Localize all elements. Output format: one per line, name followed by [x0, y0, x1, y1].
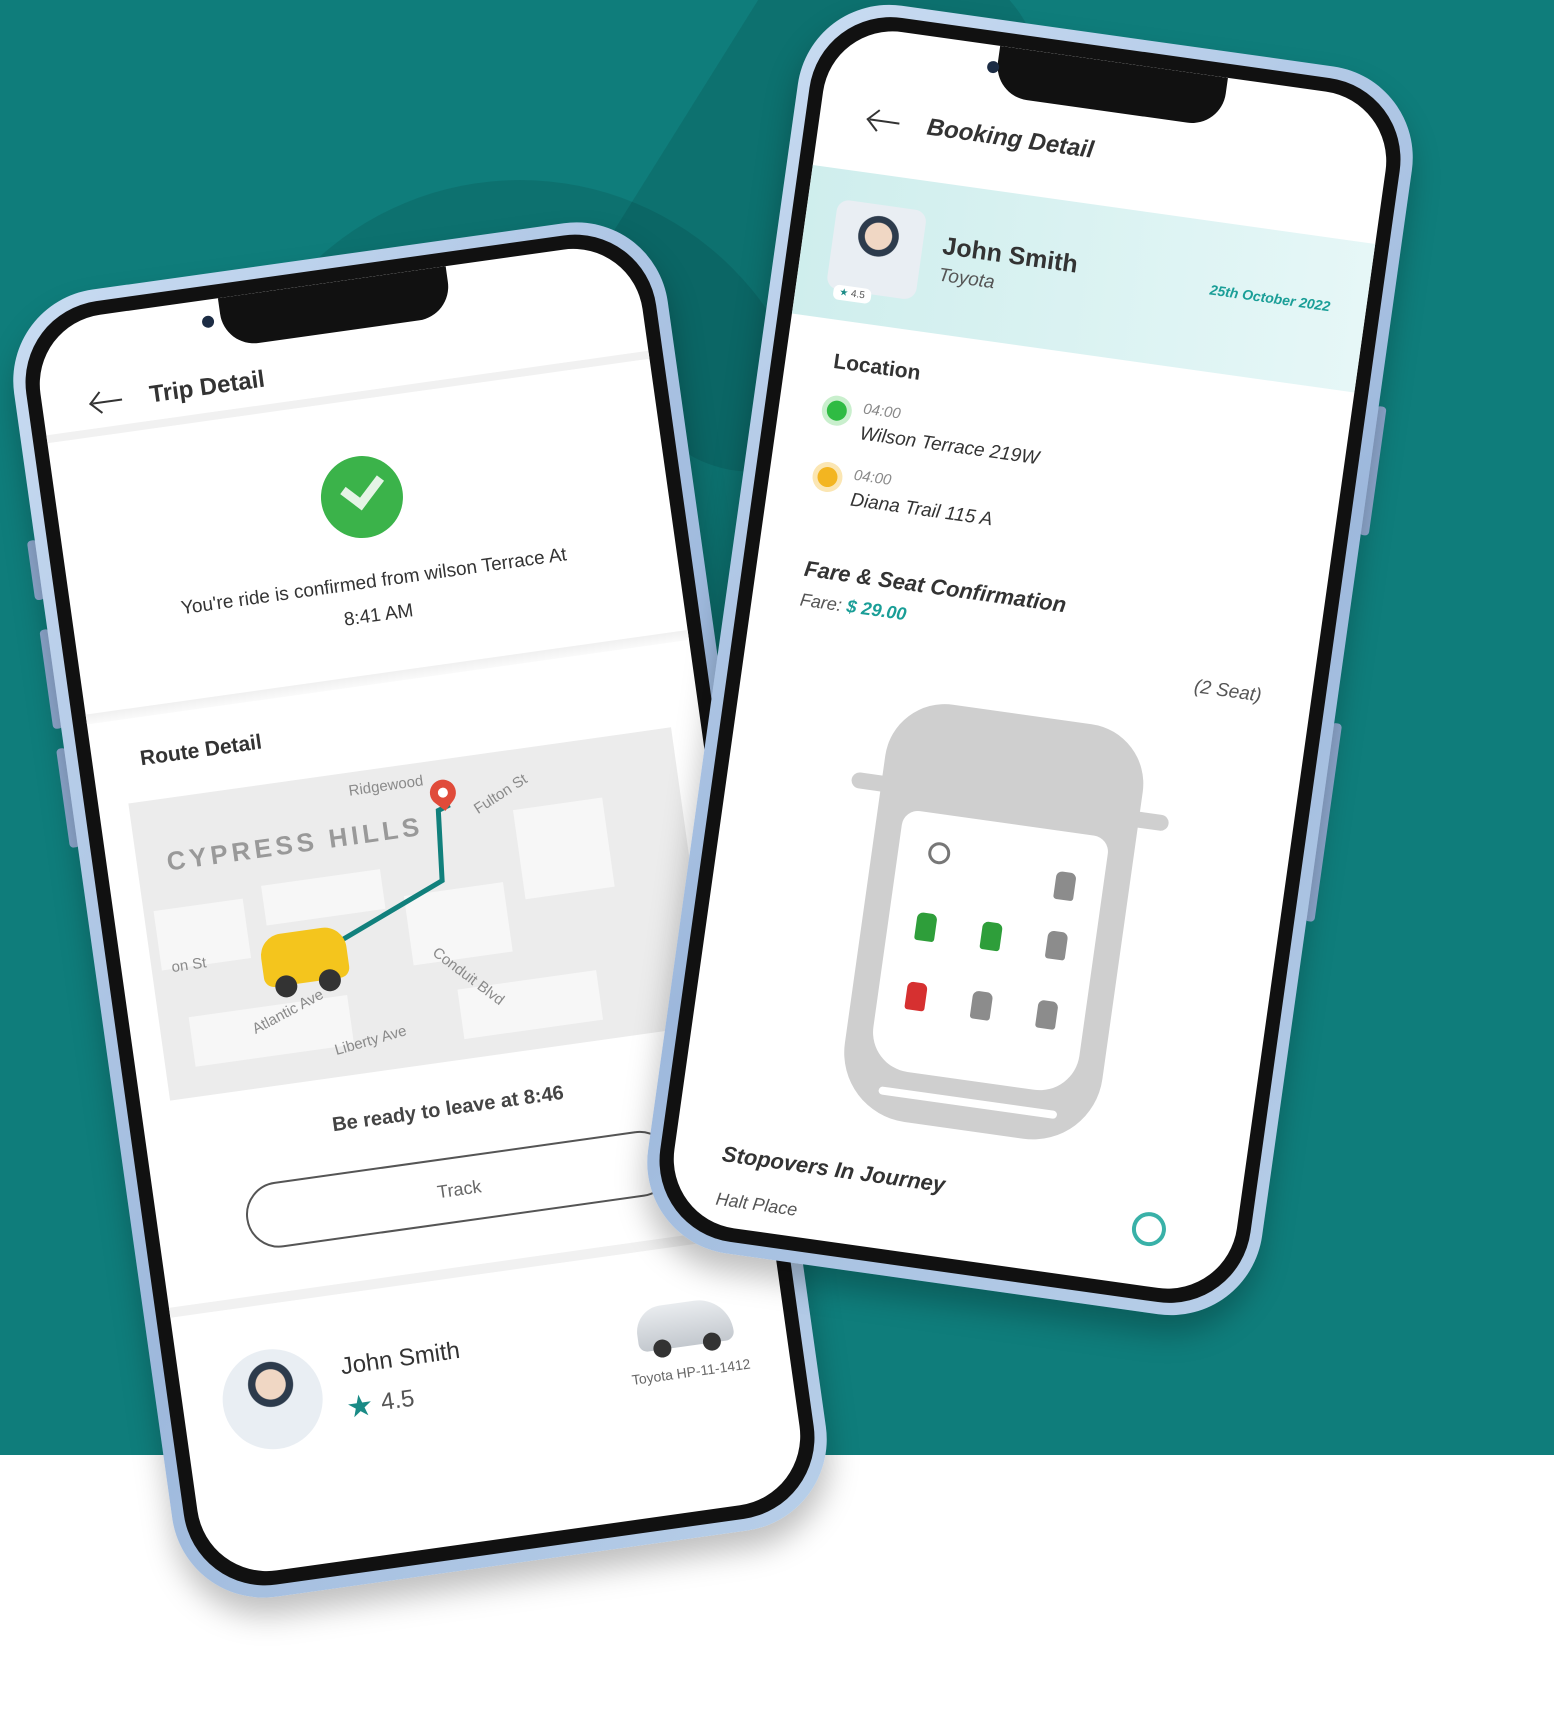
car-model: Toyota [630, 1366, 674, 1389]
seat-icon[interactable] [904, 981, 928, 1012]
dropoff-dot-icon [816, 465, 839, 489]
seat-map [835, 696, 1170, 1149]
avatar [216, 1342, 330, 1456]
car-label: Toyota HP-11-1412 [631, 1356, 752, 1388]
route-map[interactable]: CYPRESS HILLS Ridgewood Fulton St on St … [128, 727, 713, 1101]
booking-driver-info: John Smith Toyota [937, 231, 1079, 304]
star-icon: ★ [344, 1387, 376, 1425]
page-title: Trip Detail [147, 365, 267, 409]
star-icon: ★ [838, 286, 849, 300]
seat-icon[interactable] [1053, 870, 1077, 902]
fare-value: $ 29.00 [845, 596, 908, 625]
back-arrow-icon[interactable] [866, 107, 903, 135]
driver-rating: ★ 4.5 [344, 1374, 468, 1425]
rating-value: 4.5 [379, 1384, 417, 1417]
seat-icon[interactable] [969, 990, 994, 1021]
seat-icon[interactable] [1034, 999, 1059, 1031]
avatar: ★ 4.5 [825, 198, 928, 305]
driver-name: John Smith [338, 1336, 462, 1380]
page-title: Booking Detail [925, 113, 1096, 164]
pickup-dot-icon [825, 399, 849, 422]
seat-icon[interactable] [1044, 930, 1069, 961]
mini-rating: ★ 4.5 [832, 284, 872, 305]
rating-value: 4.5 [850, 288, 866, 302]
car-plate: HP-11-1412 [675, 1355, 752, 1382]
check-icon [315, 450, 409, 544]
driver-bar: John Smith ★ 4.5 Toyota HP-11-1412 [168, 1223, 799, 1506]
track-button[interactable]: Track [241, 1126, 677, 1252]
fare-label: Fare: [798, 589, 844, 616]
steering-wheel-icon [926, 840, 952, 866]
back-arrow-icon[interactable] [89, 387, 126, 415]
driver-info: John Smith ★ 4.5 [339, 1336, 468, 1425]
car-icon [633, 1295, 736, 1353]
car-interior [867, 808, 1111, 1096]
seat-icon[interactable] [979, 921, 1004, 952]
booking-date: 25th October 2022 [1208, 281, 1332, 315]
car-block: Toyota HP-11-1412 [622, 1294, 751, 1388]
seat-icon[interactable] [913, 911, 938, 943]
confirmation-text: You're ride is confirmed from wilson Ter… [179, 544, 568, 631]
